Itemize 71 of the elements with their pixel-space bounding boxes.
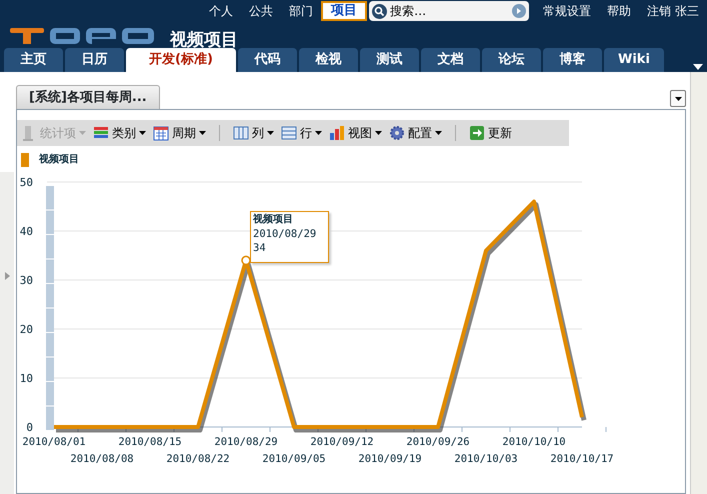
user-link[interactable]: 注销 张三 <box>639 3 707 19</box>
x-axis-label: 2010/09/05 <box>262 453 326 465</box>
nav-tab[interactable]: 代码 <box>238 48 297 72</box>
user-link[interactable]: 常规设置 <box>535 3 600 19</box>
nav-tab[interactable]: 主页 <box>4 48 63 72</box>
tooltip-value: 34 <box>253 241 267 255</box>
caret-icon <box>375 131 382 135</box>
nav-tab[interactable]: 开发(标准) <box>126 48 236 72</box>
gear-icon <box>389 125 405 141</box>
search-input[interactable]: 搜索… <box>390 2 502 20</box>
toolbar-button[interactable]: 更新 <box>469 124 512 142</box>
legend-label: 视频项目 <box>39 152 79 167</box>
rows-icon <box>281 125 297 141</box>
top-nav-link[interactable]: 公共 <box>241 3 282 19</box>
nav-tab[interactable]: 日历 <box>65 48 124 72</box>
expand-icon[interactable] <box>4 272 10 280</box>
portlet-tab[interactable]: [系统]各项目每周... <box>16 84 160 109</box>
caret-icon <box>79 131 86 135</box>
y-axis-label: 10 <box>20 372 33 385</box>
toolbar-button[interactable]: 视图 <box>329 124 382 142</box>
caret-icon <box>674 96 682 100</box>
x-axis-label: 2010/08/22 <box>166 453 230 465</box>
y-axis-label: 0 <box>26 421 33 434</box>
chart-icon <box>329 125 345 141</box>
caret-icon <box>315 131 322 135</box>
x-axis-label: 2010/08/15 <box>118 436 182 448</box>
toolbar-button[interactable]: 周期 <box>153 124 206 142</box>
top-nav-link[interactable]: 个人 <box>201 3 242 19</box>
y-axis-label: 40 <box>20 225 33 238</box>
search-icon <box>372 4 388 18</box>
x-axis-label: 2010/09/26 <box>406 436 470 448</box>
scrollbar[interactable] <box>690 72 707 494</box>
collapse-handle[interactable] <box>0 172 14 494</box>
toolbar-button[interactable]: 列 <box>233 124 274 142</box>
toolbar-button[interactable]: 类别 <box>93 124 146 142</box>
calendar-icon <box>153 125 169 141</box>
portlet-menu-button[interactable] <box>670 90 686 107</box>
top-nav-link[interactable]: 项目 <box>321 1 368 21</box>
x-axis-label: 2010/09/19 <box>358 453 422 465</box>
x-axis-label: 2010/10/17 <box>550 453 614 465</box>
search-bar[interactable]: 搜索… <box>369 1 530 21</box>
nav-tab[interactable]: 文档 <box>421 48 480 72</box>
nav-tab[interactable]: 论坛 <box>482 48 541 72</box>
x-axis-label: 2010/10/10 <box>502 436 566 448</box>
nav-tab[interactable]: 检视 <box>299 48 358 72</box>
caret-icon <box>435 131 442 135</box>
columns-icon <box>233 125 249 141</box>
tooltip-date: 2010/08/29 <box>253 227 318 241</box>
toolbar-button[interactable]: 行 <box>281 124 322 142</box>
y-axis-label: 20 <box>20 323 33 336</box>
caret-icon <box>267 131 274 135</box>
top-nav-link[interactable]: 部门 <box>281 3 322 19</box>
data-point-marker[interactable] <box>241 256 251 266</box>
y-axis-label: 50 <box>20 176 33 189</box>
nav-tab[interactable]: 测试 <box>360 48 419 72</box>
caret-icon <box>199 131 206 135</box>
more-tabs-icon[interactable] <box>693 64 703 70</box>
user-link[interactable]: 帮助 <box>599 3 640 19</box>
x-axis-label: 2010/08/08 <box>70 453 134 465</box>
x-axis-label: 2010/08/01 <box>22 436 86 448</box>
x-axis-label: 2010/08/29 <box>214 436 278 448</box>
toolbar-button[interactable]: 配置 <box>389 124 442 142</box>
x-axis-label: 2010/10/03 <box>454 453 518 465</box>
nav-tab[interactable]: Wiki <box>604 48 664 72</box>
stacked-bars-icon <box>93 125 109 141</box>
caret-icon <box>139 131 146 135</box>
x-axis-label: 2010/09/12 <box>310 436 374 448</box>
tooltip-title: 视频项目 <box>253 213 294 227</box>
go-icon[interactable] <box>512 4 526 18</box>
y-axis-label: 30 <box>20 274 33 287</box>
nav-tab[interactable]: 博客 <box>543 48 602 72</box>
